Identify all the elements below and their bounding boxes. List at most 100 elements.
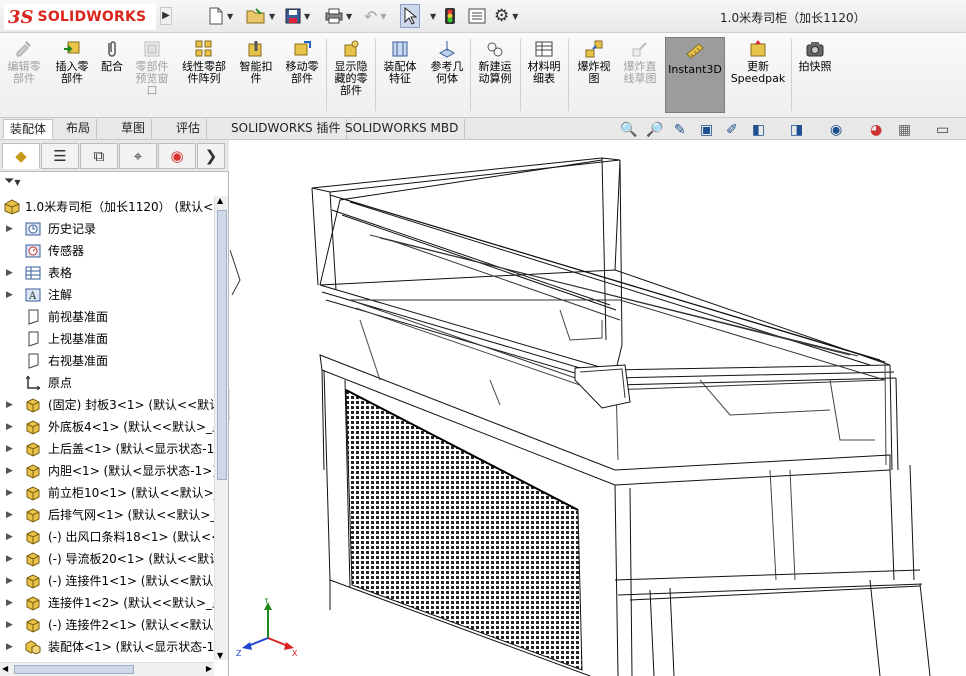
tree-node[interactable]: ▶ 历史记录	[0, 218, 214, 240]
tree-root-assembly[interactable]: 1.0米寿司柜（加长1120） (默认<	[0, 196, 214, 218]
tree-node[interactable]: ▶ 内胆<1> (默认<显示状态-1>)	[0, 460, 214, 482]
bom-button[interactable]: 材料明 细表	[524, 39, 564, 85]
expand-arrow-icon[interactable]: ▶	[6, 526, 13, 548]
expand-arrow-icon[interactable]: ▶	[6, 284, 13, 306]
tree-node[interactable]: ▶ (-) 连接件2<1> (默认<<默认>	[0, 614, 214, 636]
move-part-button[interactable]: 移动零 部件	[280, 39, 324, 85]
expand-arrow-icon[interactable]: ▶	[6, 636, 13, 658]
insert-part-button[interactable]: 插入零 部件	[50, 39, 94, 85]
open-document-button[interactable]: ▼	[246, 6, 275, 26]
view-settings-icon[interactable]: ▭	[936, 122, 949, 138]
linear-pattern-button[interactable]: 线性零部 件阵列	[178, 39, 230, 85]
expand-arrow-icon[interactable]: ▶	[6, 262, 13, 284]
tree-hscroll-thumb[interactable]	[14, 665, 134, 674]
apply-scene-icon[interactable]: ▦	[898, 122, 911, 138]
hide-show-items-icon[interactable]: ◉	[830, 122, 842, 138]
expand-arrow-icon[interactable]: ▶	[6, 614, 13, 636]
tree-node[interactable]: ▶ 外底板4<1> (默认<<默认>_显	[0, 416, 214, 438]
tree-node[interactable]: ▶ 装配体<1> (默认<显示状态-1	[0, 636, 214, 658]
dimxpert-manager-tab[interactable]: ⌖	[119, 143, 157, 169]
tree-node[interactable]: ▶ 后排气网<1> (默认<<默认>_显	[0, 504, 214, 526]
tree-node[interactable]: ▶ (-) 连接件1<1> (默认<<默认>	[0, 570, 214, 592]
feature-manager-tab[interactable]: ◆	[2, 143, 40, 169]
section-view-icon[interactable]: ▣	[700, 122, 713, 138]
tab-layout[interactable]: 布局	[60, 119, 98, 139]
expand-arrow-icon[interactable]: ▶	[6, 548, 13, 570]
expand-arrow-icon[interactable]: ▶	[6, 416, 13, 438]
scroll-down-icon[interactable]: ▼	[217, 651, 223, 660]
scroll-right-icon[interactable]: ▶	[206, 664, 212, 673]
zoom-to-area-icon[interactable]: 🔎	[646, 122, 663, 138]
new-motion-study-button[interactable]: 新建运 动算例	[473, 39, 517, 85]
instant3d-button[interactable]: Instant3D	[665, 37, 725, 113]
tree-node[interactable]: 传感器	[0, 240, 214, 262]
tree-node[interactable]: ▶ A 注解	[0, 284, 214, 306]
file-properties-button[interactable]	[468, 6, 486, 26]
display-style-icon[interactable]: ◨	[790, 122, 803, 138]
reference-geometry-button[interactable]: 参考几 何体	[426, 39, 468, 85]
select-button[interactable]	[400, 4, 420, 28]
tree-filter[interactable]: ⏷▼	[4, 174, 21, 189]
zoom-to-fit-icon[interactable]: 🔍	[620, 122, 637, 138]
expand-arrow-icon[interactable]: ▶	[6, 218, 13, 240]
tab-assembly[interactable]: 装配体	[3, 119, 54, 139]
expand-arrow-icon[interactable]: ▶	[6, 394, 13, 416]
expand-arrow-icon[interactable]: ▶	[6, 460, 13, 482]
assembly-feature-button[interactable]: 装配体 特征	[378, 39, 422, 85]
save-button[interactable]: ▼	[285, 6, 310, 26]
solidworks-logo[interactable]: 3S SOLIDWORKS	[4, 4, 156, 30]
expand-arrow-icon[interactable]: ▶	[6, 504, 13, 526]
tab-solidworks-mbd[interactable]: SOLIDWORKS MBD	[339, 119, 466, 139]
tab-solidworks-addins[interactable]: SOLIDWORKS 插件	[225, 119, 348, 139]
previous-view-icon[interactable]: ✎	[674, 122, 686, 138]
tab-sketch[interactable]: 草图	[115, 119, 153, 139]
display-manager-tab[interactable]: ◉	[158, 143, 196, 169]
select-dropdown[interactable]: ▼	[427, 6, 436, 26]
edit-appearance-icon[interactable]: ◕	[870, 122, 882, 138]
tree-items: ▶ 历史记录 传感器 ▶ 表格 ▶ A 注解 前视基准面 上视基准面 右视基准面 原点 ▶ (固定) 封板…	[0, 218, 214, 658]
tree-node[interactable]: ▶ 前立柜10<1> (默认<<默认>_	[0, 482, 214, 504]
view-orientation-icon[interactable]: ◧	[752, 122, 765, 138]
tree-vertical-scrollbar[interactable]: ▲ ▼	[214, 196, 228, 660]
scroll-up-icon[interactable]: ▲	[217, 196, 223, 205]
tree-node[interactable]: 右视基准面	[0, 350, 214, 372]
expand-arrow-icon[interactable]: ▶	[6, 570, 13, 592]
tab-evaluate[interactable]: 评估	[170, 119, 208, 139]
mate-button[interactable]: 配合	[98, 39, 126, 73]
options-button[interactable]: ⚙ ▼	[494, 6, 518, 26]
tree-node[interactable]: ▶ (-) 导流板20<1> (默认<<默认	[0, 548, 214, 570]
graphics-viewport[interactable]: Y X Z	[230, 140, 966, 676]
show-hidden-button[interactable]: 显示隐 藏的零 部件	[330, 39, 372, 97]
tree-node[interactable]: ▶ 连接件1<2> (默认<<默认>_显	[0, 592, 214, 614]
tree-node[interactable]: ▶ (固定) 封板3<1> (默认<<默认	[0, 394, 214, 416]
preview-window-button[interactable]: 零部件 预览窗 口	[130, 39, 174, 97]
tree-node[interactable]: 上视基准面	[0, 328, 214, 350]
update-speedpak-button[interactable]: 更新 Speedpak	[728, 39, 788, 85]
tree-node[interactable]: ▶ (-) 出风口条料18<1> (默认<<	[0, 526, 214, 548]
take-snapshot-button[interactable]: 拍快照	[794, 39, 836, 73]
print-button[interactable]: ▼	[325, 6, 352, 26]
menu-expand-arrow[interactable]: ▶	[160, 7, 172, 25]
tree-node[interactable]: 原点	[0, 372, 214, 394]
tree-node-label: (-) 连接件2<1> (默认<<默认>	[48, 618, 214, 632]
explode-view-button[interactable]: 爆炸视 图	[572, 39, 616, 85]
new-document-button[interactable]: ▼	[208, 6, 233, 26]
expand-arrow-icon[interactable]: ▶	[6, 592, 13, 614]
undo-button[interactable]: ↶ ▼	[364, 6, 387, 26]
explode-line-button[interactable]: 爆炸直 线草图	[618, 39, 662, 85]
tree-scroll-thumb[interactable]	[217, 210, 227, 480]
tree-node[interactable]: 前视基准面	[0, 306, 214, 328]
expand-arrow-icon[interactable]: ▶	[6, 482, 13, 504]
scroll-left-icon[interactable]: ◀	[2, 664, 8, 673]
configuration-manager-tab[interactable]: ⧉	[80, 143, 118, 169]
tree-horizontal-scrollbar[interactable]: ◀ ▶	[0, 662, 214, 676]
panel-more-tab[interactable]: ❯	[197, 143, 225, 169]
dynamic-annotation-icon[interactable]: ✐	[726, 122, 738, 138]
smart-fastener-button[interactable]: 智能扣 件	[236, 39, 276, 85]
expand-arrow-icon[interactable]: ▶	[6, 438, 13, 460]
rebuild-button[interactable]	[444, 6, 456, 26]
tree-node[interactable]: ▶ 上后盖<1> (默认<显示状态-1	[0, 438, 214, 460]
edit-part-button[interactable]: 编辑零 部件	[4, 39, 44, 85]
tree-node[interactable]: ▶ 表格	[0, 262, 214, 284]
property-manager-tab[interactable]: ☰	[41, 143, 79, 169]
